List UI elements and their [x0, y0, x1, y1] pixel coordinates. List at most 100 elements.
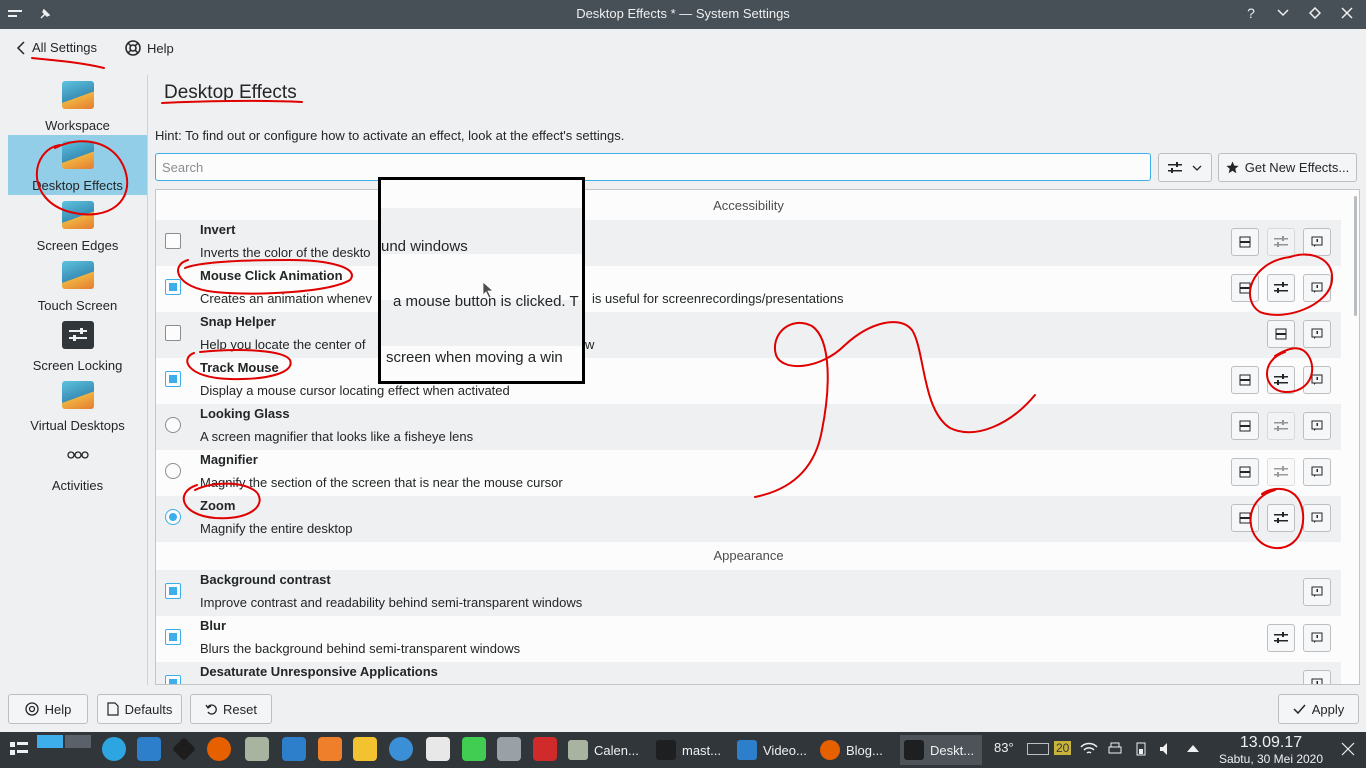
effect-row-desaturate[interactable]: Desaturate Unresponsive Applications [156, 662, 1341, 684]
pager-desktop-1[interactable] [37, 735, 63, 748]
effect-row-snap-helper[interactable]: Snap Helper Help you locate the center o… [156, 312, 1341, 358]
about-button[interactable] [1303, 578, 1331, 606]
effect-checkbox[interactable] [165, 371, 181, 387]
effect-radio[interactable] [165, 463, 181, 479]
film-icon [1239, 282, 1251, 294]
filter-dropdown-button[interactable] [1158, 153, 1212, 182]
volume-icon[interactable] [1158, 741, 1174, 757]
configure-button[interactable] [1267, 624, 1295, 652]
battery-icon[interactable] [1133, 741, 1149, 757]
video-button[interactable] [1231, 412, 1259, 440]
minimize-button[interactable] [1274, 4, 1292, 22]
maximize-button[interactable] [1306, 4, 1324, 22]
effects-list[interactable]: Accessibility Invert Inverts the color o… [155, 189, 1360, 685]
close-button[interactable] [1338, 4, 1356, 22]
about-button[interactable] [1303, 228, 1331, 256]
configure-button[interactable] [1267, 412, 1295, 440]
help-titlebar-button[interactable]: ? [1242, 4, 1260, 22]
about-button[interactable] [1303, 458, 1331, 486]
video-button[interactable] [1231, 228, 1259, 256]
sidebar-item-workspace[interactable]: Workspace [8, 75, 147, 135]
sidebar-item-virtual-desktops[interactable]: Virtual Desktops [8, 375, 147, 435]
sidebar-item-activities[interactable]: Activities [8, 435, 147, 495]
about-button[interactable] [1303, 320, 1331, 348]
effect-row-mouse-click-animation[interactable]: Mouse Click Animation Creates an animati… [156, 266, 1341, 312]
file-manager-icon[interactable] [137, 737, 161, 761]
pager-desktop-2[interactable] [65, 735, 91, 748]
about-button[interactable] [1303, 366, 1331, 394]
configure-button[interactable] [1267, 504, 1295, 532]
wifi-icon[interactable] [1080, 741, 1098, 757]
task-desktop-effects[interactable]: Deskt... [900, 735, 982, 765]
video-button[interactable] [1231, 504, 1259, 532]
help-toolbar-button[interactable]: Help [125, 40, 174, 56]
all-settings-label: All Settings [32, 40, 98, 55]
qt-creator-icon[interactable] [462, 737, 486, 761]
video-button[interactable] [1267, 320, 1295, 348]
help-bottom-button[interactable]: Help [8, 694, 88, 724]
effect-row-magnifier[interactable]: Magnifier Magnify the section of the scr… [156, 450, 1341, 496]
task-terminal[interactable]: mast... [656, 735, 732, 765]
reset-button[interactable]: Reset [190, 694, 272, 724]
apply-button[interactable]: Apply [1278, 694, 1359, 724]
effect-checkbox[interactable] [165, 629, 181, 645]
configure-button[interactable] [1267, 274, 1295, 302]
updates-badge[interactable]: 20 [1054, 741, 1072, 755]
configure-button[interactable] [1267, 366, 1295, 394]
show-desktop-icon[interactable] [1340, 741, 1356, 757]
about-button[interactable] [1303, 624, 1331, 652]
app-launcher-icon[interactable] [8, 738, 30, 760]
effect-checkbox[interactable] [165, 583, 181, 599]
effect-checkbox[interactable] [165, 233, 181, 249]
effect-checkbox[interactable] [165, 325, 181, 341]
configure-button[interactable] [1267, 458, 1295, 486]
about-button[interactable] [1303, 412, 1331, 440]
search-input[interactable] [155, 153, 1151, 181]
video-button[interactable] [1231, 274, 1259, 302]
effect-radio[interactable] [165, 509, 181, 525]
all-settings-button[interactable]: All Settings [16, 40, 97, 55]
inkscape-icon[interactable] [172, 737, 196, 761]
tray-expand-icon[interactable] [1186, 743, 1200, 753]
printer-icon[interactable] [1107, 741, 1123, 757]
effect-radio[interactable] [165, 417, 181, 433]
task-blog[interactable]: Blog... [820, 735, 896, 765]
effect-row-looking-glass[interactable]: Looking Glass A screen magnifier that lo… [156, 404, 1341, 450]
sidebar-item-screen-edges[interactable]: Screen Edges [8, 195, 147, 255]
effect-row-zoom[interactable]: Zoom Magnify the entire desktop [156, 496, 1341, 542]
text-editor-icon[interactable] [426, 737, 450, 761]
effect-checkbox[interactable] [165, 279, 181, 295]
effect-row-track-mouse[interactable]: Track Mouse Display a mouse cursor locat… [156, 358, 1341, 404]
document-viewer-icon[interactable] [282, 737, 306, 761]
sidebar-item-screen-locking[interactable]: Screen Locking [8, 315, 147, 375]
about-button[interactable] [1303, 670, 1331, 684]
task-calendar[interactable]: Calen... [568, 735, 648, 765]
app-icon[interactable] [389, 737, 413, 761]
scrollbar[interactable] [1354, 196, 1357, 316]
get-new-effects-button[interactable]: Get New Effects... [1218, 153, 1357, 182]
sidebar-item-touch-screen[interactable]: Touch Screen [8, 255, 147, 315]
about-button[interactable] [1303, 504, 1331, 532]
configure-button[interactable] [1267, 228, 1295, 256]
firefox-icon[interactable] [207, 737, 231, 761]
calculator-icon[interactable] [245, 737, 269, 761]
media-player-icon[interactable] [318, 737, 342, 761]
effect-row-blur[interactable]: Blur Blurs the background behind semi-tr… [156, 616, 1341, 662]
pager[interactable] [37, 735, 93, 763]
effect-checkbox[interactable] [165, 675, 181, 684]
sidebar-item-desktop-effects[interactable]: Desktop Effects [8, 135, 147, 195]
effect-row-invert[interactable]: Invert Inverts the color of the deskto [156, 220, 1341, 266]
task-video[interactable]: Video... [737, 735, 815, 765]
temperature-indicator[interactable]: 83° [994, 740, 1014, 755]
zotero-icon[interactable] [533, 737, 557, 761]
editor-icon[interactable] [353, 737, 377, 761]
tools-icon[interactable] [497, 737, 521, 761]
defaults-button[interactable]: Defaults [97, 694, 182, 724]
telegram-icon[interactable] [102, 737, 126, 761]
video-button[interactable] [1231, 366, 1259, 394]
video-button[interactable] [1231, 458, 1259, 486]
about-button[interactable] [1303, 274, 1331, 302]
keyboard-icon[interactable] [1027, 743, 1049, 755]
effect-row-background-contrast[interactable]: Background contrast Improve contrast and… [156, 570, 1341, 616]
clock[interactable]: 13.09.17 Sabtu, 30 Mei 2020 [1206, 734, 1336, 766]
